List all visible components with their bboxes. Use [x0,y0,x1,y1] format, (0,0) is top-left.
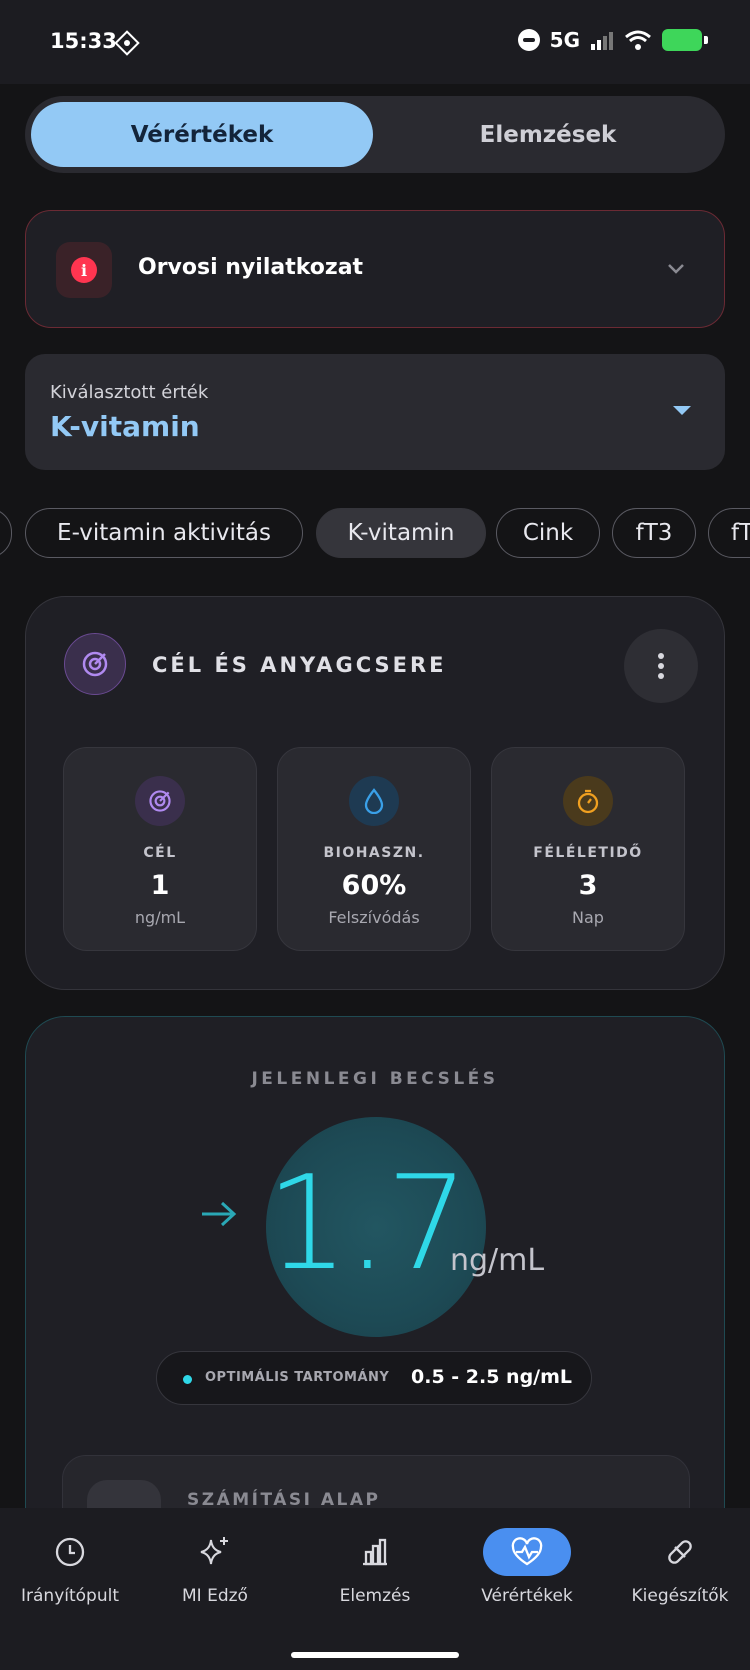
stat-value: 3 [578,870,598,901]
nav-dashboard[interactable]: Irányítópult [0,1528,145,1618]
stat-label: CÉL [143,845,177,861]
target-icon [64,633,126,695]
medical-disclaimer[interactable]: i Orvosi nyilatkozat [25,210,725,328]
selector-value: K-vitamin [50,410,200,443]
stat-sub: Felszívódás [328,908,420,927]
target-icon [135,776,185,826]
dropdown-caret-icon [673,406,691,415]
stat-label: BIOHASZN. [323,845,425,861]
nav-supplements[interactable]: Kiegészítők [605,1528,750,1618]
signal-icon [591,32,613,50]
status-bar: 15:33 5G [0,0,750,84]
nav-ai-coach[interactable]: MI Edző [140,1528,290,1618]
view-tabs: Vérértékek Elemzések [25,96,725,173]
stat-label: FÉLÉLETIDŐ [533,845,643,861]
disclaimer-title: Orvosi nyilatkozat [138,255,364,280]
home-indicator[interactable] [291,1652,459,1658]
chip-ft-partial[interactable]: fT [708,508,750,558]
card-title: CÉL ÉS ANYAGCSERE [152,653,447,677]
estimate-unit: ng/mL [450,1243,545,1278]
tab-analyses[interactable]: Elemzések [377,102,719,167]
stat-half-life: FÉLÉLETIDŐ 3 Nap [491,747,685,951]
arrow-right-icon [202,1201,237,1227]
estimate-value: 1.7 [266,1147,469,1299]
selector-label: Kiválasztott érték [50,382,209,403]
range-value: 0.5 - 2.5 ng/mL [411,1366,573,1388]
stat-sub: ng/mL [134,908,186,927]
timer-icon [563,776,613,826]
chevron-down-icon[interactable] [666,258,686,278]
basis-title: SZÁMÍTÁSI ALAP [187,1490,381,1510]
nav-blood-values[interactable]: Vérértékek [452,1528,602,1618]
chip-e-vitamin[interactable]: E-vitamin aktivitás [25,508,303,558]
nav-label: Vérértékek [481,1586,573,1606]
chip-ft3[interactable]: fT3 [612,508,696,558]
nav-label: MI Edző [182,1586,248,1606]
stat-sub: Nap [572,908,604,927]
info-icon: i [56,242,112,298]
heart-pulse-icon [483,1528,571,1576]
stat-bioavailability: BIOHASZN. 60% Felszívódás [277,747,471,951]
range-label: OPTIMÁLIS TARTOMÁNY [205,1370,390,1385]
wifi-icon [625,30,651,50]
bar-chart-icon [331,1528,419,1576]
drop-icon [349,776,399,826]
chip-cink[interactable]: Cink [496,508,600,558]
goal-metabolism-card: CÉL ÉS ANYAGCSERE CÉL 1 ng/mL BIOHASZN. … [25,596,725,990]
optimal-range-badge: OPTIMÁLIS TARTOMÁNY 0.5 - 2.5 ng/mL [156,1351,592,1405]
nav-label: Elemzés [339,1586,411,1606]
more-options-icon[interactable] [624,629,698,703]
bottom-navigation: Irányítópult MI Edző Elemzés Vérértékek … [0,1508,750,1670]
nav-label: Irányítópult [21,1586,119,1606]
value-selector[interactable]: Kiválasztott érték K-vitamin [25,354,725,470]
network-type: 5G [549,28,580,52]
stat-value: 60% [341,870,407,901]
chip-k-vitamin[interactable]: K-vitamin [316,508,486,558]
nav-label: Kiegészítők [631,1586,729,1606]
do-not-disturb-icon [517,29,540,51]
status-time: 15:33 [50,29,117,53]
pill-icon [636,1528,724,1576]
chip-partial[interactable] [0,508,12,558]
estimate-title: JELENLEGI BECSLÉS [251,1069,499,1089]
status-indicators: 5G [517,28,708,52]
range-dot [183,1375,192,1384]
tab-blood-values[interactable]: Vérértékek [31,102,373,167]
stat-goal: CÉL 1 ng/mL [63,747,257,951]
nav-analysis[interactable]: Elemzés [300,1528,450,1618]
clock-icon [26,1528,114,1576]
stat-value: 1 [150,870,170,901]
biomarker-chip-row[interactable]: E-vitamin aktivitás K-vitamin Cink fT3 f… [0,508,750,558]
battery-icon [662,29,708,51]
sparkle-icon [171,1528,259,1576]
app-notification-icon [114,30,140,56]
